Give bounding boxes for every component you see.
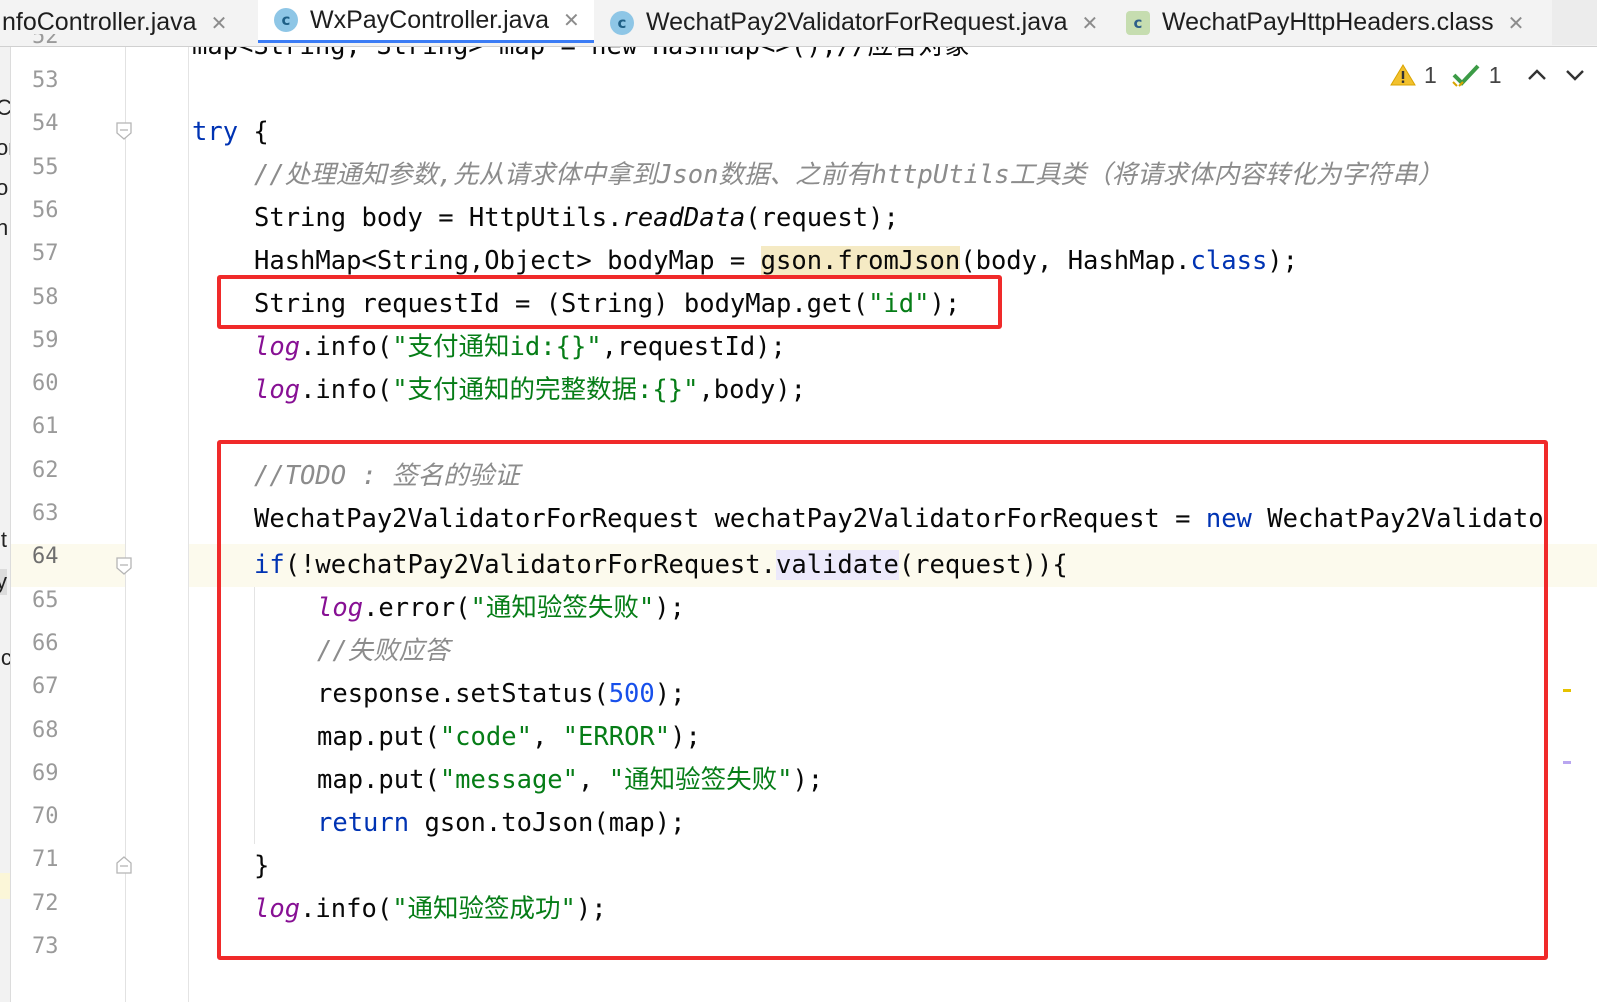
annotation-box-request-id — [217, 275, 1002, 329]
strip-highlight — [0, 873, 10, 899]
annotation-box-signature-validation — [217, 440, 1548, 960]
code-line-59: log.info("支付通知id:{}",requestId); — [254, 326, 786, 369]
strip-text: ic — [0, 645, 11, 670]
tab-label: WechatPayHttpHeaders.class — [1162, 8, 1494, 36]
close-icon[interactable]: ✕ — [1508, 11, 1525, 35]
tab-overflow[interactable] — [1552, 0, 1597, 45]
line-number: 68 — [32, 717, 59, 743]
field-log: log — [254, 375, 301, 405]
code-text: { — [238, 117, 269, 147]
line-number: 62 — [32, 457, 59, 483]
inspection-widget[interactable]: 1 1 — [1390, 58, 1586, 92]
line-number: 56 — [32, 197, 59, 223]
code-text: (body, HashMap. — [960, 246, 1191, 276]
line-number: 54 — [32, 111, 59, 137]
editor-tab-bar: nfoController.java ✕ c WxPayController.j… — [0, 0, 1597, 47]
class-icon: c — [274, 8, 298, 32]
code-text: String body = HttpUtils. — [254, 203, 623, 233]
class-icon: c — [610, 10, 634, 35]
strip-text: l — [0, 449, 1, 475]
warning-icon — [1390, 64, 1416, 86]
string-literal: "支付通知id:{}" — [392, 332, 602, 362]
line-number: 52 — [32, 34, 59, 49]
code-line-55-comment: //处理通知参数,先从请求体中拿到Json数据、之前有httpUtils工具类（… — [254, 160, 1444, 190]
code-text: map<String, String> map = new HashMap<>(… — [192, 47, 970, 61]
line-number: 65 — [32, 587, 59, 613]
strip-text: C — [0, 95, 10, 121]
line-number-gutter: 52 53 54 55 56 57 58 59 60 61 62 63 64 65 66 67 68 69 70 7… — [11, 34, 126, 1002]
keyword-try: try — [192, 117, 239, 147]
line-number: 67 — [32, 674, 59, 700]
strip-text: n — [0, 215, 8, 241]
tab-label: WechatPay2ValidatorForRequest.java — [646, 8, 1068, 36]
error-stripe-warning-marker[interactable] — [1563, 689, 1571, 692]
code-line-partial: map<String, String> map = new HashMap<>(… — [192, 47, 970, 68]
warning-highlight-gson-fromjson[interactable]: gson.fromJson — [760, 246, 961, 276]
method-readdata: readData — [622, 203, 746, 233]
chevron-down-icon[interactable] — [1564, 67, 1586, 83]
close-icon[interactable]: ✕ — [563, 8, 580, 32]
line-number: 64 — [32, 544, 59, 570]
line-number: 57 — [32, 241, 59, 267]
line-number: 58 — [32, 284, 59, 310]
code-text: .info( — [300, 375, 393, 405]
tab-wechatpay-http-headers[interactable]: c WechatPayHttpHeaders.class ✕ — [1110, 0, 1550, 45]
line-number: 61 — [32, 414, 59, 440]
weak-warning-count: 1 — [1488, 61, 1502, 88]
code-line-54: try { — [192, 111, 269, 154]
line-number: 72 — [32, 890, 59, 916]
line-number: 66 — [32, 630, 59, 656]
code-text: HashMap<String,Object> bodyMap = — [254, 246, 761, 276]
string-literal: "支付通知的完整数据:{}" — [392, 375, 699, 405]
code-line-56: String body = HttpUtils.readData(request… — [254, 197, 899, 240]
weak-warning-check-icon — [1452, 64, 1480, 87]
code-text: ); — [1267, 246, 1299, 276]
line-number: 59 — [32, 327, 59, 353]
code-text: ,requestId); — [601, 332, 786, 362]
keyword-class: class — [1190, 246, 1268, 276]
error-stripe-usage-marker[interactable] — [1563, 761, 1571, 764]
warning-count: 1 — [1424, 61, 1437, 88]
tab-label: WxPayController.java — [310, 5, 549, 34]
code-text: .info( — [300, 332, 393, 362]
line-number: 69 — [32, 760, 59, 786]
strip-text: y — [0, 569, 7, 595]
line-number: 70 — [32, 804, 59, 830]
tab-label: nfoController.java — [2, 8, 197, 36]
line-number: 55 — [32, 154, 59, 180]
code-text: ,body); — [698, 375, 806, 405]
chevron-up-icon[interactable] — [1526, 67, 1548, 83]
strip-text: lt — [0, 527, 7, 552]
code-text: (request); — [745, 203, 899, 233]
strip-text: or — [0, 135, 10, 161]
project-tool-strip[interactable]: C or o n l lt y ic — [0, 47, 11, 1002]
code-line-60: log.info("支付通知的完整数据:{}",body); — [254, 369, 806, 412]
line-number: 71 — [32, 847, 59, 873]
close-icon[interactable]: ✕ — [1082, 11, 1099, 35]
line-number: 53 — [32, 68, 59, 93]
library-class-icon: c — [1126, 10, 1150, 35]
strip-text: o — [0, 175, 8, 201]
tab-wxpay-controller[interactable]: c WxPayController.java ✕ — [258, 0, 594, 43]
indent-guide — [188, 47, 189, 1002]
line-number: 63 — [32, 501, 59, 526]
line-number: 60 — [32, 371, 59, 397]
close-icon[interactable]: ✕ — [211, 11, 228, 35]
field-log: log — [254, 332, 301, 362]
tab-wechatpay2-validator[interactable]: c WechatPay2ValidatorForRequest.java ✕ — [594, 0, 1110, 45]
line-number: 73 — [32, 934, 59, 959]
